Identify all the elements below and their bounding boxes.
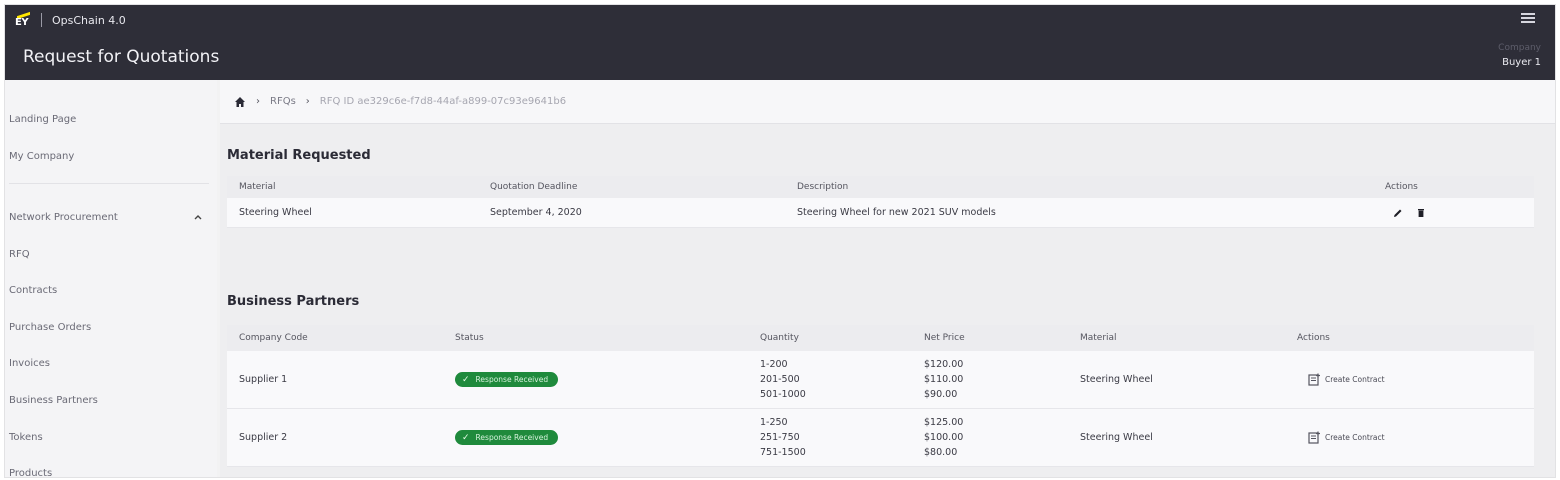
- brand-divider: [41, 13, 42, 27]
- ey-logo: EY: [15, 11, 33, 28]
- sidebar-item-business-partners[interactable]: Business Partners: [9, 395, 98, 406]
- status-cell: ✓ Response Received: [455, 430, 559, 445]
- status-badge-label: Response Received: [475, 433, 549, 442]
- sidebar-item-contracts[interactable]: Contracts: [9, 285, 57, 296]
- material-cell: Steering Wheel: [1080, 432, 1153, 443]
- material-section-title: Material Requested: [227, 148, 371, 163]
- column-header-actions: Actions: [1297, 333, 1330, 343]
- sidebar-item-products[interactable]: Products: [9, 468, 52, 477]
- page-title: Request for Quotations: [23, 47, 220, 67]
- sidebar-item-my-company[interactable]: My Company: [9, 151, 74, 162]
- quantity-tier: 201-500: [760, 374, 800, 385]
- material-cell: Steering Wheel: [1080, 374, 1153, 385]
- document-add-icon: [1308, 373, 1320, 386]
- material-table: Material Quotation Deadline Description …: [227, 176, 1534, 228]
- description-cell: Steering Wheel for new 2021 SUV models: [797, 207, 996, 218]
- sidebar-item-tokens[interactable]: Tokens: [9, 432, 43, 443]
- quantity-cell: 1-200 201-500 501-1000: [760, 357, 806, 402]
- status-cell: ✓ Response Received: [455, 372, 559, 387]
- hamburger-menu-icon[interactable]: [1521, 13, 1535, 23]
- company-value: Buyer 1: [1502, 57, 1541, 68]
- check-icon: ✓: [462, 432, 470, 443]
- partners-section-title: Business Partners: [227, 294, 360, 309]
- sidebar-group-network-procurement[interactable]: Network Procurement: [9, 212, 118, 223]
- column-header-description: Description: [797, 182, 849, 192]
- price-tier: $80.00: [924, 447, 958, 458]
- breadcrumb-rfqs[interactable]: RFQs: [270, 96, 296, 107]
- company-selector[interactable]: Company Buyer 1: [1498, 43, 1541, 68]
- sidebar-item-purchase-orders[interactable]: Purchase Orders: [9, 322, 91, 333]
- quantity-tier: 251-750: [760, 432, 800, 443]
- check-icon: ✓: [462, 374, 470, 385]
- sidebar-item-landing-page[interactable]: Landing Page: [9, 114, 76, 125]
- home-icon[interactable]: [234, 96, 246, 108]
- create-contract-button[interactable]: Create Contract: [1308, 431, 1385, 444]
- column-header-company-code: Company Code: [239, 333, 308, 343]
- table-row: Supplier 2 ✓ Response Received 1-250 251…: [227, 409, 1534, 467]
- company-code-cell: Supplier 1: [239, 374, 288, 385]
- edit-icon[interactable]: [1393, 208, 1403, 218]
- sidebar-divider: [9, 183, 209, 184]
- price-tier: $110.00: [924, 374, 964, 385]
- main-content: › RFQs › RFQ ID ae329c6e-f7d8-44af-a899-…: [220, 80, 1555, 477]
- sidebar: Landing Page My Company Network Procurem…: [5, 80, 217, 477]
- net-price-cell: $125.00 $100.00 $80.00: [924, 415, 963, 460]
- material-table-header: Material Quotation Deadline Description …: [227, 176, 1534, 198]
- column-header-actions: Actions: [1385, 182, 1418, 192]
- table-row: Steering Wheel September 4, 2020 Steerin…: [227, 198, 1534, 228]
- app-window: EY OpsChain 4.0 Request for Quotations C…: [4, 4, 1556, 478]
- table-row: Supplier 1 ✓ Response Received 1-200 201…: [227, 351, 1534, 409]
- column-header-net-price: Net Price: [924, 333, 965, 343]
- price-tier: $100.00: [924, 432, 964, 443]
- sidebar-item-invoices[interactable]: Invoices: [9, 358, 50, 369]
- column-header-material: Material: [239, 182, 276, 192]
- quantity-tier: 1-200: [760, 359, 788, 370]
- sidebar-item-rfq[interactable]: RFQ: [9, 249, 30, 260]
- price-tier: $125.00: [924, 417, 964, 428]
- row-actions: [1393, 207, 1426, 218]
- price-tier: $90.00: [924, 389, 958, 400]
- partners-table-header: Company Code Status Quantity Net Price M…: [227, 325, 1534, 351]
- brand: EY OpsChain 4.0: [15, 11, 126, 29]
- quantity-tier: 751-1500: [760, 447, 806, 458]
- partners-table: Company Code Status Quantity Net Price M…: [227, 325, 1534, 467]
- price-tier: $120.00: [924, 359, 964, 370]
- column-header-status: Status: [455, 333, 484, 343]
- quantity-cell: 1-250 251-750 751-1500: [760, 415, 806, 460]
- company-code-cell: Supplier 2: [239, 432, 288, 443]
- chevron-up-icon[interactable]: [193, 212, 203, 222]
- quantity-tier: 501-1000: [760, 389, 806, 400]
- app-name: OpsChain 4.0: [52, 13, 126, 27]
- status-badge: ✓ Response Received: [455, 372, 559, 387]
- create-contract-button[interactable]: Create Contract: [1308, 373, 1385, 386]
- create-contract-label: Create Contract: [1325, 433, 1385, 442]
- deadline-cell: September 4, 2020: [490, 207, 582, 218]
- breadcrumb-separator: ›: [305, 96, 310, 107]
- company-label: Company: [1498, 43, 1541, 53]
- create-contract-label: Create Contract: [1325, 375, 1385, 384]
- top-bar: EY OpsChain 4.0 Request for Quotations C…: [5, 5, 1555, 80]
- material-cell: Steering Wheel: [239, 207, 312, 218]
- delete-icon[interactable]: [1416, 208, 1426, 218]
- quantity-tier: 1-250: [760, 417, 788, 428]
- breadcrumb-current-rfq: RFQ ID ae329c6e-f7d8-44af-a899-07c93e964…: [319, 96, 567, 107]
- column-header-quotation-deadline: Quotation Deadline: [490, 182, 578, 192]
- column-header-material: Material: [1080, 333, 1117, 343]
- document-add-icon: [1308, 431, 1320, 444]
- status-badge: ✓ Response Received: [455, 430, 559, 445]
- net-price-cell: $120.00 $110.00 $90.00: [924, 357, 963, 402]
- breadcrumb: › RFQs › RFQ ID ae329c6e-f7d8-44af-a899-…: [220, 80, 1555, 124]
- breadcrumb-separator: ›: [256, 96, 260, 107]
- status-badge-label: Response Received: [475, 375, 549, 384]
- column-header-quantity: Quantity: [760, 333, 799, 343]
